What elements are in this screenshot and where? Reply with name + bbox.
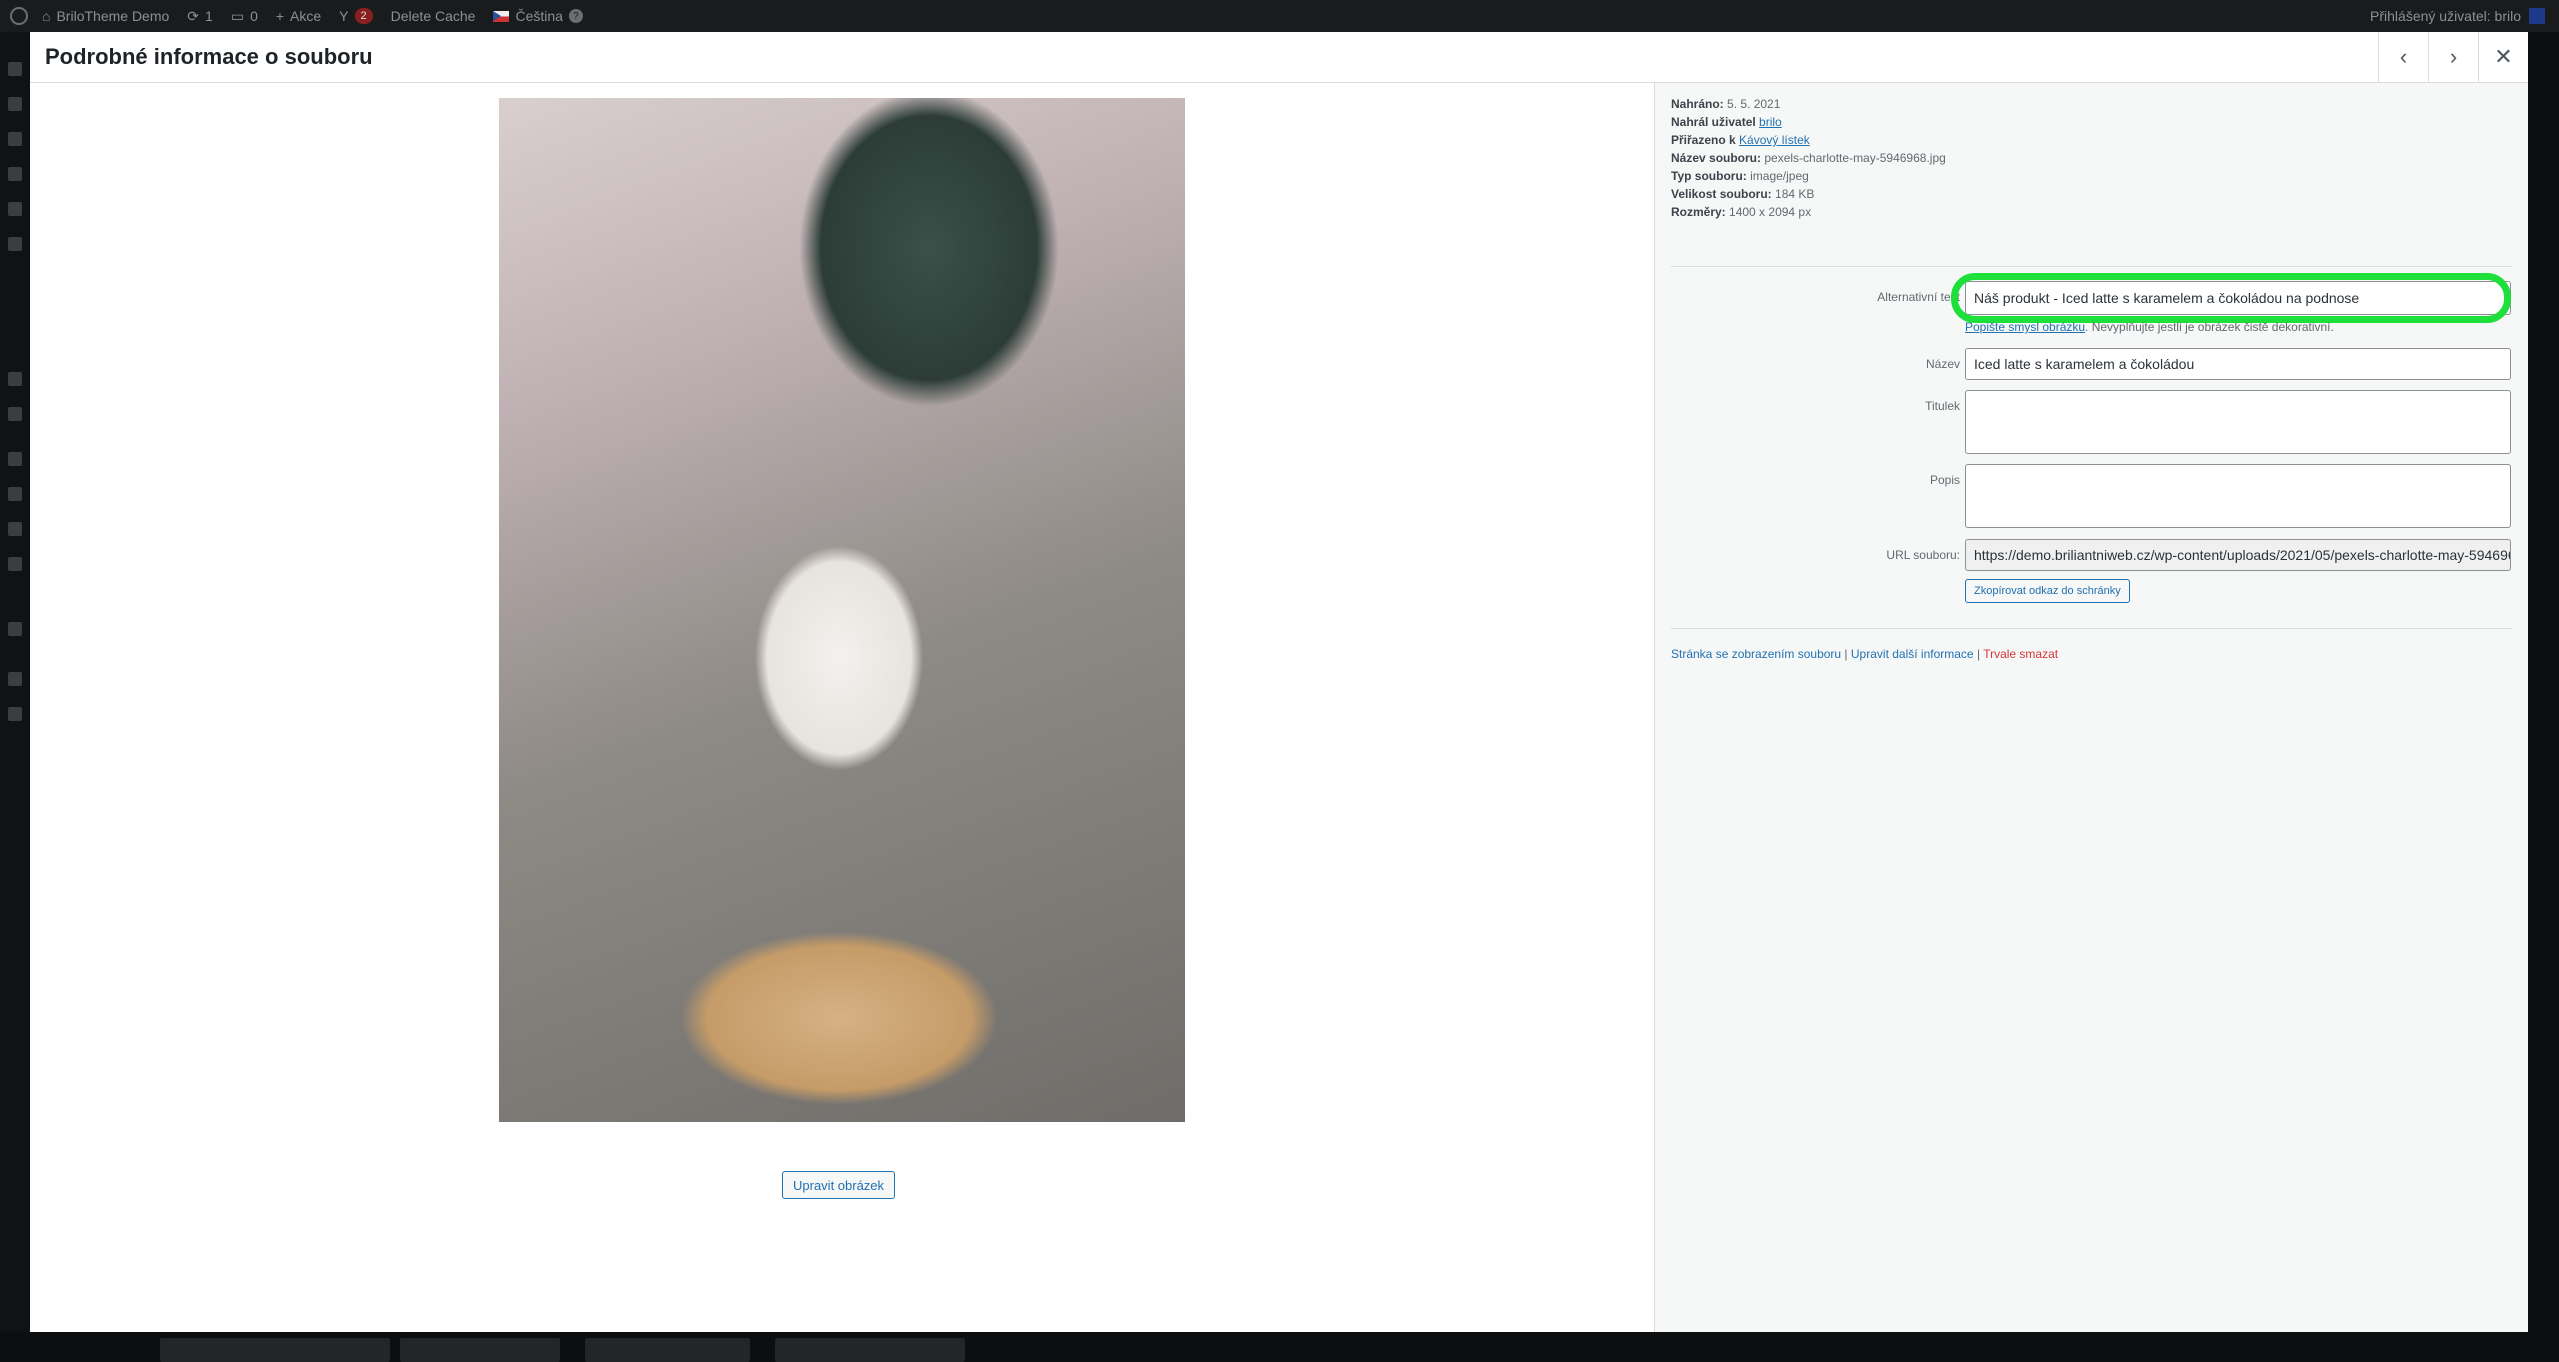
edit-image-button[interactable]: Upravit obrázek [782,1171,896,1199]
background-thumbnail [160,1338,390,1362]
home-icon: ⌂ [42,8,51,24]
refresh-icon: ⟳ [187,7,200,24]
page-title: Podrobné informace o souboru [45,44,373,69]
logged-in-user: Přihlášený uživatel: brilo [2370,8,2521,24]
yoast-badge: 2 [354,8,373,24]
menu-icon [8,452,22,466]
menu-icon [8,167,22,181]
delete-permanently-link[interactable]: Trvale smazat [1983,647,2058,661]
site-name: BriloTheme Demo [56,8,170,24]
meta-filetype: Typ souboru: image/jpeg [1671,169,1809,183]
menu-icon [8,202,22,216]
attached-to-link[interactable]: Kávový lístek [1739,133,1810,147]
comments-count: 0 [250,8,258,24]
admin-bar: ⌂ BriloTheme Demo ⟳ 1 ▭ 0 + Akce Y 2 Del… [0,0,2559,32]
chevron-right-icon: › [2449,44,2458,69]
wordpress-logo-icon[interactable] [10,7,28,25]
comment-icon: ▭ [230,7,245,24]
menu-icon [8,522,22,536]
previous-button[interactable]: ‹ [2378,32,2428,82]
admin-bar-language[interactable]: Čeština ? [493,8,583,24]
menu-icon [8,487,22,501]
attachment-actions: Stránka se zobrazením souboru | Upravit … [1671,647,2059,661]
plus-icon: + [275,8,285,24]
description-textarea[interactable] [1965,464,2511,528]
background-thumbnail [585,1338,750,1362]
edit-more-details-link[interactable]: Upravit další informace [1851,647,1974,661]
divider [1671,266,2512,267]
meta-filesize: Velikost souboru: 184 KB [1671,187,1815,201]
attachment-details-panel: Nahráno: 5. 5. 2021 Nahrál uživatel bril… [1654,83,2528,1332]
close-icon: ✕ [2494,44,2513,69]
updates-count: 1 [205,8,213,24]
background-thumbnail [400,1338,560,1362]
alt-text-input[interactable]: Náš produkt - Iced latte s karamelem a č… [1965,281,2511,315]
title-input[interactable]: Iced latte s karamelem a čokoládou [1965,348,2511,380]
uploaded-by-link[interactable]: brilo [1759,115,1782,129]
menu-icon [8,622,22,636]
attachment-details-modal: Podrobné informace o souboru ‹ › ✕ Uprav… [30,32,2528,1332]
chevron-left-icon: ‹ [2399,44,2408,69]
admin-bar-new[interactable]: + Akce [276,8,321,24]
meta-attached: Přiřazeno k Kávový lístek [1671,133,1810,147]
meta-uploaded: Nahráno: 5. 5. 2021 [1671,97,1781,111]
admin-bar-yoast[interactable]: Y 2 [339,8,373,24]
file-url-input[interactable]: https://demo.briliantniweb.cz/wp-content… [1965,539,2511,571]
meta-filename: Název souboru: pexels-charlotte-may-5946… [1671,151,1946,165]
file-url-label: URL souboru: [1886,548,1960,562]
menu-icon [8,132,22,146]
title-label: Název [1925,357,1960,371]
admin-bar-account[interactable]: Přihlášený uživatel: brilo [2370,0,2545,32]
yoast-icon: Y [339,8,349,24]
caption-textarea[interactable] [1965,390,2511,454]
menu-icon [8,407,22,421]
next-button[interactable]: › [2428,32,2478,82]
file-meta: Nahráno: 5. 5. 2021 Nahrál uživatel bril… [1671,95,1946,221]
image-preview-area: Upravit obrázek [30,83,1654,1332]
attachment-image [499,98,1185,1122]
menu-icon [8,97,22,111]
close-button[interactable]: ✕ [2478,32,2528,82]
modal-header: Podrobné informace o souboru ‹ › ✕ [30,32,2528,83]
description-label: Popis [1929,473,1960,487]
czech-flag-icon [493,10,510,22]
menu-icon [8,237,22,251]
avatar [2529,8,2545,24]
alt-text-label: Alternativní text [1877,290,1960,304]
menu-icon [8,557,22,571]
divider [1671,628,2512,629]
menu-icon [8,707,22,721]
alt-text-help-link[interactable]: Popište smysl obrázku [1965,320,2085,334]
help-icon[interactable]: ? [568,9,583,23]
background-thumbnail [775,1338,965,1362]
menu-icon [8,62,22,76]
language-label: Čeština [515,8,563,24]
copy-url-button[interactable]: Zkopírovat odkaz do schránky [1965,579,2130,603]
admin-sidebar [0,32,30,1362]
menu-icon [8,672,22,686]
view-attachment-page-link[interactable]: Stránka se zobrazením souboru [1671,647,1841,661]
menu-icon [8,372,22,386]
alt-text-help: Popište smysl obrázku. Nevyplňujte jestl… [1965,320,2334,334]
meta-uploaded-by: Nahrál uživatel brilo [1671,115,1782,129]
admin-bar-updates[interactable]: ⟳ 1 [187,8,213,25]
meta-dimensions: Rozměry: 1400 x 2094 px [1671,205,1812,219]
new-label: Akce [290,8,322,24]
admin-bar-site[interactable]: ⌂ BriloTheme Demo [42,8,169,24]
admin-bar-comments[interactable]: ▭ 0 [231,8,258,25]
admin-bar-delete-cache[interactable]: Delete Cache [391,8,476,24]
caption-label: Titulek [1925,399,1960,413]
